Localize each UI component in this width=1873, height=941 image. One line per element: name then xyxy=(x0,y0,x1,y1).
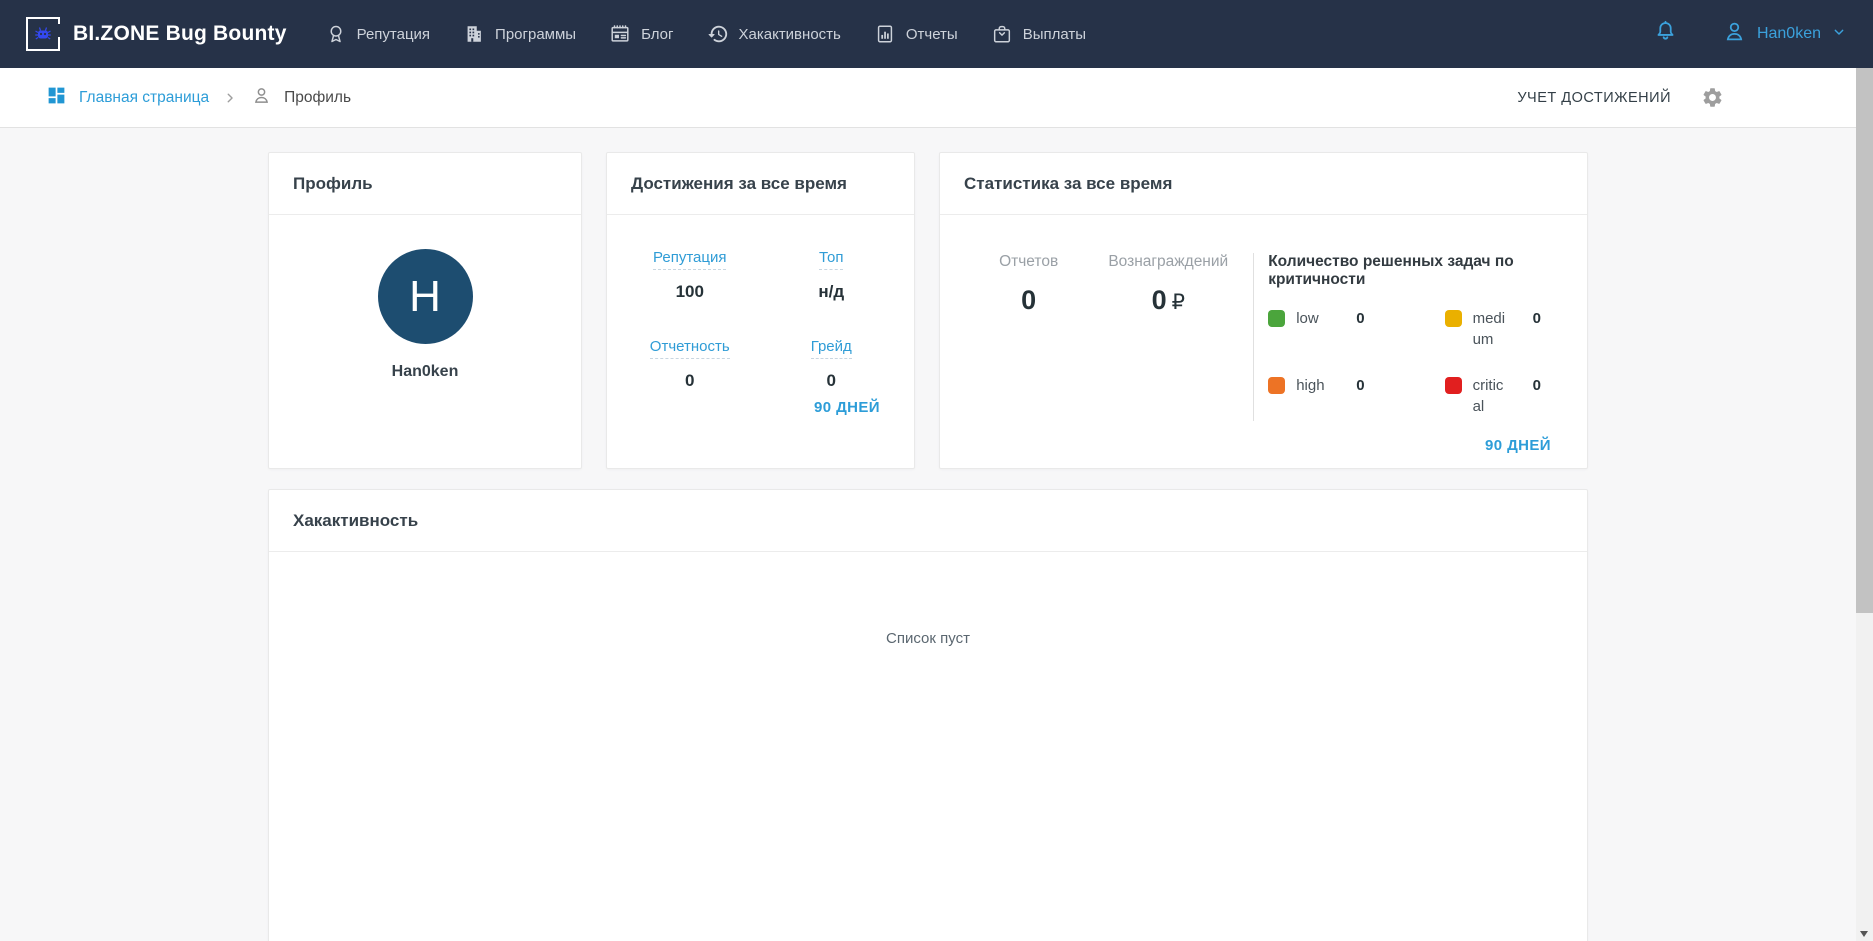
severity-swatch-high xyxy=(1268,377,1286,395)
nav-item-reputation[interactable]: Репутация xyxy=(325,23,430,45)
severity-count: 0 xyxy=(1532,310,1541,327)
severity-name: low xyxy=(1296,310,1319,327)
reports-stat: Отчетов 0 xyxy=(968,253,1089,421)
severity-low: low 0 xyxy=(1268,309,1410,350)
avatar: H xyxy=(377,249,473,344)
breadcrumb-current: Профиль xyxy=(251,85,351,111)
nav-item-label: Выплаты xyxy=(1022,25,1087,43)
hacktivity-card: Хакактивность Список пуст xyxy=(268,489,1588,941)
period-90-days-link[interactable]: 90 ДНЕЙ xyxy=(814,399,880,416)
breadcrumb-current-label: Профиль xyxy=(284,88,352,106)
profile-username: Han0ken xyxy=(391,363,459,380)
metric-reporting: Отчетность 0 xyxy=(619,338,761,391)
metric-reputation: Репутация 100 xyxy=(619,249,761,302)
nav-item-label: Хакактивность xyxy=(738,25,841,43)
gear-icon[interactable] xyxy=(1701,86,1724,109)
achievements-card: Достижения за все время Репутация 100 То… xyxy=(606,152,915,469)
chevron-right-icon xyxy=(223,91,237,105)
rewards-stat: Вознаграждений 0 ₽ xyxy=(1089,253,1247,421)
severity-swatch-low xyxy=(1268,310,1286,327)
reports-label: Отчетов xyxy=(999,253,1059,270)
payouts-icon xyxy=(991,23,1013,45)
statistics-card: Статистика за все время Отчетов 0 Вознаг… xyxy=(939,152,1588,469)
reports-icon xyxy=(874,23,896,45)
metric-label[interactable]: Отчетность xyxy=(649,338,730,359)
hacktivity-card-title: Хакактивность xyxy=(269,490,1587,552)
severity-name: critical xyxy=(1472,377,1504,416)
severity-medium: medium 0 xyxy=(1444,309,1587,350)
metric-label[interactable]: Репутация xyxy=(653,249,727,270)
breadcrumb: Главная страница Профиль xyxy=(46,85,351,111)
reports-value: 0 xyxy=(1021,285,1037,315)
metric-value: 0 xyxy=(685,371,695,390)
username-label: Han0ken xyxy=(1756,25,1821,42)
severity-title: Количество решенных задач по критичности xyxy=(1268,253,1514,288)
nav-item-reports[interactable]: Отчеты xyxy=(874,23,958,45)
page: BI.ZONE Bug Bounty Репутация Программы Б… xyxy=(0,0,1873,941)
brand-title: BI.ZONE Bug Bounty xyxy=(73,22,287,45)
metric-top: Топ н/д xyxy=(761,249,903,302)
metric-value: 100 xyxy=(675,282,704,301)
metric-grade: Грейд 0 xyxy=(761,338,903,391)
metric-label[interactable]: Топ xyxy=(819,249,844,270)
scrollbar-down-arrow[interactable] xyxy=(1860,931,1868,937)
bizone-logo-icon xyxy=(26,17,60,51)
user-menu[interactable]: Han0ken xyxy=(1722,19,1847,49)
severity-name: medium xyxy=(1472,310,1506,348)
profile-card: Профиль H Han0ken xyxy=(268,152,582,469)
bell-icon[interactable] xyxy=(1653,19,1678,49)
user-icon xyxy=(1722,19,1747,49)
nav-item-blog[interactable]: Блог xyxy=(609,23,674,45)
severity-block: Количество решенных задач по критичности… xyxy=(1254,253,1587,421)
nav-item-label: Отчеты xyxy=(905,25,958,43)
severity-critical: critical 0 xyxy=(1444,376,1587,417)
ruble-sign: ₽ xyxy=(1171,291,1185,314)
statistics-card-title: Статистика за все время xyxy=(940,153,1587,215)
topbar-right: Han0ken xyxy=(1653,19,1847,49)
history-icon xyxy=(707,23,729,45)
chevron-down-icon xyxy=(1831,24,1847,45)
nav-item-label: Программы xyxy=(495,25,577,43)
vertical-scrollbar[interactable] xyxy=(1856,68,1873,941)
nav-item-label: Репутация xyxy=(356,25,431,43)
profile-icon xyxy=(251,85,272,111)
breadcrumb-home[interactable]: Главная страница xyxy=(46,85,209,111)
nav-item-payouts[interactable]: Выплаты xyxy=(991,23,1086,45)
metric-value: н/д xyxy=(818,282,845,301)
severity-count: 0 xyxy=(1356,310,1365,327)
dashboard-icon xyxy=(46,85,67,111)
achievements-link[interactable]: УЧЕТ ДОСТИЖЕНИЙ xyxy=(1517,90,1671,106)
breadcrumb-actions: УЧЕТ ДОСТИЖЕНИЙ xyxy=(1517,86,1724,109)
medal-icon xyxy=(325,23,347,45)
scrollbar-thumb[interactable] xyxy=(1856,68,1873,613)
empty-list-text: Список пуст xyxy=(886,630,970,647)
severity-high: high 0 xyxy=(1268,376,1410,417)
nav-item-hacktivity[interactable]: Хакактивность xyxy=(707,23,841,45)
blog-icon xyxy=(609,23,631,45)
breadcrumb-bar: Главная страница Профиль УЧЕТ ДОСТИЖЕНИЙ xyxy=(0,68,1856,128)
severity-name: high xyxy=(1296,377,1325,395)
period-90-days-link[interactable]: 90 ДНЕЙ xyxy=(1485,437,1551,454)
main-nav: Репутация Программы Блог Хакактивность О… xyxy=(325,23,1086,45)
achievements-card-title: Достижения за все время xyxy=(607,153,914,215)
main-content: Профиль H Han0ken Достижения за все врем… xyxy=(0,128,1856,941)
profile-card-title: Профиль xyxy=(269,153,581,215)
severity-count: 0 xyxy=(1356,377,1365,395)
severity-count: 0 xyxy=(1532,377,1541,395)
breadcrumb-home-label: Главная страница xyxy=(79,88,210,106)
nav-item-label: Блог xyxy=(641,25,674,43)
rewards-label: Вознаграждений xyxy=(1108,253,1229,270)
metric-value: 0 xyxy=(826,371,836,390)
metric-label[interactable]: Грейд xyxy=(810,338,852,359)
bizone-logo[interactable]: BI.ZONE Bug Bounty xyxy=(26,17,287,51)
severity-swatch-critical xyxy=(1444,377,1462,395)
nav-item-programs[interactable]: Программы xyxy=(463,23,576,45)
top-navbar: BI.ZONE Bug Bounty Репутация Программы Б… xyxy=(0,0,1873,68)
severity-swatch-medium xyxy=(1444,310,1462,327)
building-icon xyxy=(463,23,485,45)
rewards-value: 0 ₽ xyxy=(1151,285,1185,315)
